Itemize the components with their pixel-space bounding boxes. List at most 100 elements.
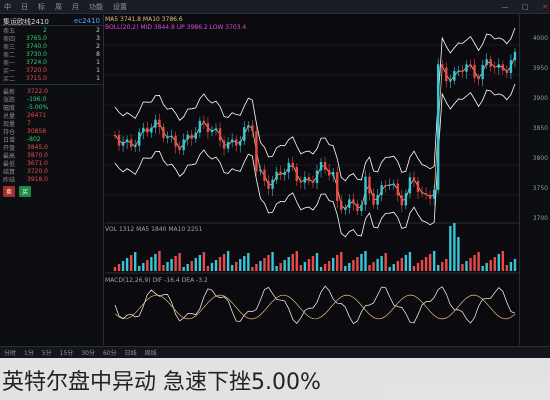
volume-bar bbox=[465, 261, 468, 271]
candle-body bbox=[509, 60, 513, 74]
candle-body bbox=[210, 129, 214, 133]
volume-bar bbox=[513, 259, 517, 271]
candle-body bbox=[356, 203, 359, 211]
macd-info: MACD(12,26,9) DIF -16.4 DEA -3.2 bbox=[105, 277, 208, 284]
book-label: 买二 bbox=[3, 75, 16, 83]
chart-area[interactable]: MA5 3741.8 MA10 3786.6 BOLL(20,2) MID 38… bbox=[105, 15, 519, 345]
candle-body bbox=[303, 177, 307, 183]
volume-bar bbox=[299, 265, 303, 271]
volume-bar bbox=[206, 266, 210, 271]
quote-value: 3870.0 bbox=[27, 151, 48, 159]
volume-bar bbox=[352, 260, 355, 271]
quote-value: 26471 bbox=[27, 111, 47, 119]
candle-body bbox=[445, 67, 448, 82]
candle-body bbox=[299, 181, 303, 183]
candle-body bbox=[396, 183, 399, 196]
book-price: 3720.0 bbox=[26, 66, 47, 74]
candle-body bbox=[218, 128, 222, 141]
instrument-title[interactable]: 集运欧线2410 ec2410 bbox=[0, 15, 103, 26]
quote-value: 3845.0 bbox=[27, 143, 48, 151]
period-bar: 分时 1分 5分 15分 30分 60分 日线 周线 bbox=[0, 346, 550, 358]
quote-sidebar: 集运欧线2410 ec2410 卖五 2 2 卖四 3765.0 3 卖三 3740.0 2 卖二… bbox=[0, 15, 104, 345]
volume-bar bbox=[134, 252, 137, 271]
volume-bar bbox=[230, 265, 234, 271]
volume-bar bbox=[481, 266, 484, 271]
instrument-code: ec2410 bbox=[74, 17, 100, 25]
volume-bar bbox=[150, 257, 153, 271]
quote-value: -5.00% bbox=[27, 103, 49, 111]
axis-tick-label: 3750 bbox=[532, 185, 548, 192]
candle-body bbox=[416, 180, 420, 192]
period-tab[interactable]: 周线 bbox=[145, 348, 157, 357]
period-tab[interactable]: 60分 bbox=[103, 348, 117, 357]
toolbar-item[interactable]: 日 bbox=[21, 2, 28, 12]
quote-key: 昨结 bbox=[3, 176, 16, 184]
candle-body bbox=[142, 127, 145, 133]
axis-tick-label: 4000 bbox=[532, 35, 548, 42]
book-row[interactable]: 买二 3715.0 1 bbox=[0, 74, 103, 83]
candle-body bbox=[319, 162, 323, 171]
volume-bar bbox=[493, 257, 496, 271]
toolbar-item[interactable]: 标 bbox=[38, 2, 45, 12]
volume-bar bbox=[461, 264, 464, 271]
volume-bar bbox=[400, 258, 404, 271]
volume-bar bbox=[170, 259, 173, 271]
book-volume: 8 bbox=[96, 50, 100, 58]
toolbar-item[interactable]: 周 bbox=[55, 2, 62, 12]
chart-canvas[interactable] bbox=[105, 15, 519, 345]
volume-bar bbox=[404, 255, 408, 271]
minimize-icon[interactable]: — bbox=[500, 3, 510, 11]
book-price: 3724.0 bbox=[26, 58, 47, 66]
candle-body bbox=[457, 70, 460, 72]
close-icon[interactable]: ✕ bbox=[540, 3, 550, 11]
candle-body bbox=[465, 64, 468, 72]
candle-body bbox=[129, 139, 133, 148]
volume-bar bbox=[477, 252, 480, 271]
candle-body bbox=[251, 125, 254, 132]
volume-bar bbox=[344, 266, 347, 271]
toolbar-item[interactable]: 月 bbox=[72, 2, 79, 12]
period-tab[interactable]: 1分 bbox=[24, 348, 34, 357]
volume-bar bbox=[113, 267, 117, 271]
period-tab[interactable]: 分时 bbox=[4, 348, 16, 357]
volume-bar bbox=[420, 260, 424, 271]
indicator-line bbox=[114, 294, 516, 320]
period-tab[interactable]: 日线 bbox=[125, 348, 137, 357]
volume-bar bbox=[331, 258, 335, 271]
candle-body bbox=[279, 171, 282, 176]
volume-bar bbox=[416, 263, 420, 271]
volume-bar bbox=[263, 258, 266, 271]
indicator-line bbox=[114, 285, 516, 325]
toolbar-item[interactable]: 功能 bbox=[89, 2, 103, 12]
candle-body bbox=[295, 166, 298, 182]
sell-button[interactable]: 卖 bbox=[3, 186, 16, 197]
candle-body bbox=[404, 193, 408, 206]
buy-button[interactable]: 买 bbox=[19, 186, 32, 197]
candle-body bbox=[190, 134, 193, 139]
volume-bar bbox=[218, 257, 222, 271]
volume-bar bbox=[190, 261, 193, 271]
candle-body bbox=[239, 140, 242, 146]
toolbar-item[interactable]: 设置 bbox=[113, 2, 127, 12]
period-tab[interactable]: 15分 bbox=[60, 348, 74, 357]
quote-value: 30858 bbox=[27, 127, 47, 135]
toolbar-item[interactable]: 中 bbox=[4, 2, 11, 12]
volume-bar bbox=[271, 252, 274, 271]
candle-body bbox=[336, 171, 339, 201]
volume-bar bbox=[432, 251, 436, 271]
volume-bar bbox=[509, 262, 513, 271]
maximize-icon[interactable]: □ bbox=[520, 3, 530, 11]
volume-bar bbox=[275, 266, 278, 271]
candle-body bbox=[235, 139, 238, 146]
candle-body bbox=[150, 127, 153, 133]
candle-body bbox=[360, 204, 363, 211]
ma-info: MA5 3741.8 MA10 3786.6 bbox=[105, 16, 183, 23]
axis-tick-label: 3900 bbox=[532, 95, 548, 102]
candle-body bbox=[340, 200, 343, 210]
book-price: 3715.0 bbox=[26, 74, 47, 82]
candle-body bbox=[408, 177, 412, 194]
volume-bar bbox=[485, 263, 488, 271]
candle-body bbox=[275, 171, 278, 180]
period-tab[interactable]: 5分 bbox=[42, 348, 52, 357]
period-tab[interactable]: 30分 bbox=[81, 348, 95, 357]
